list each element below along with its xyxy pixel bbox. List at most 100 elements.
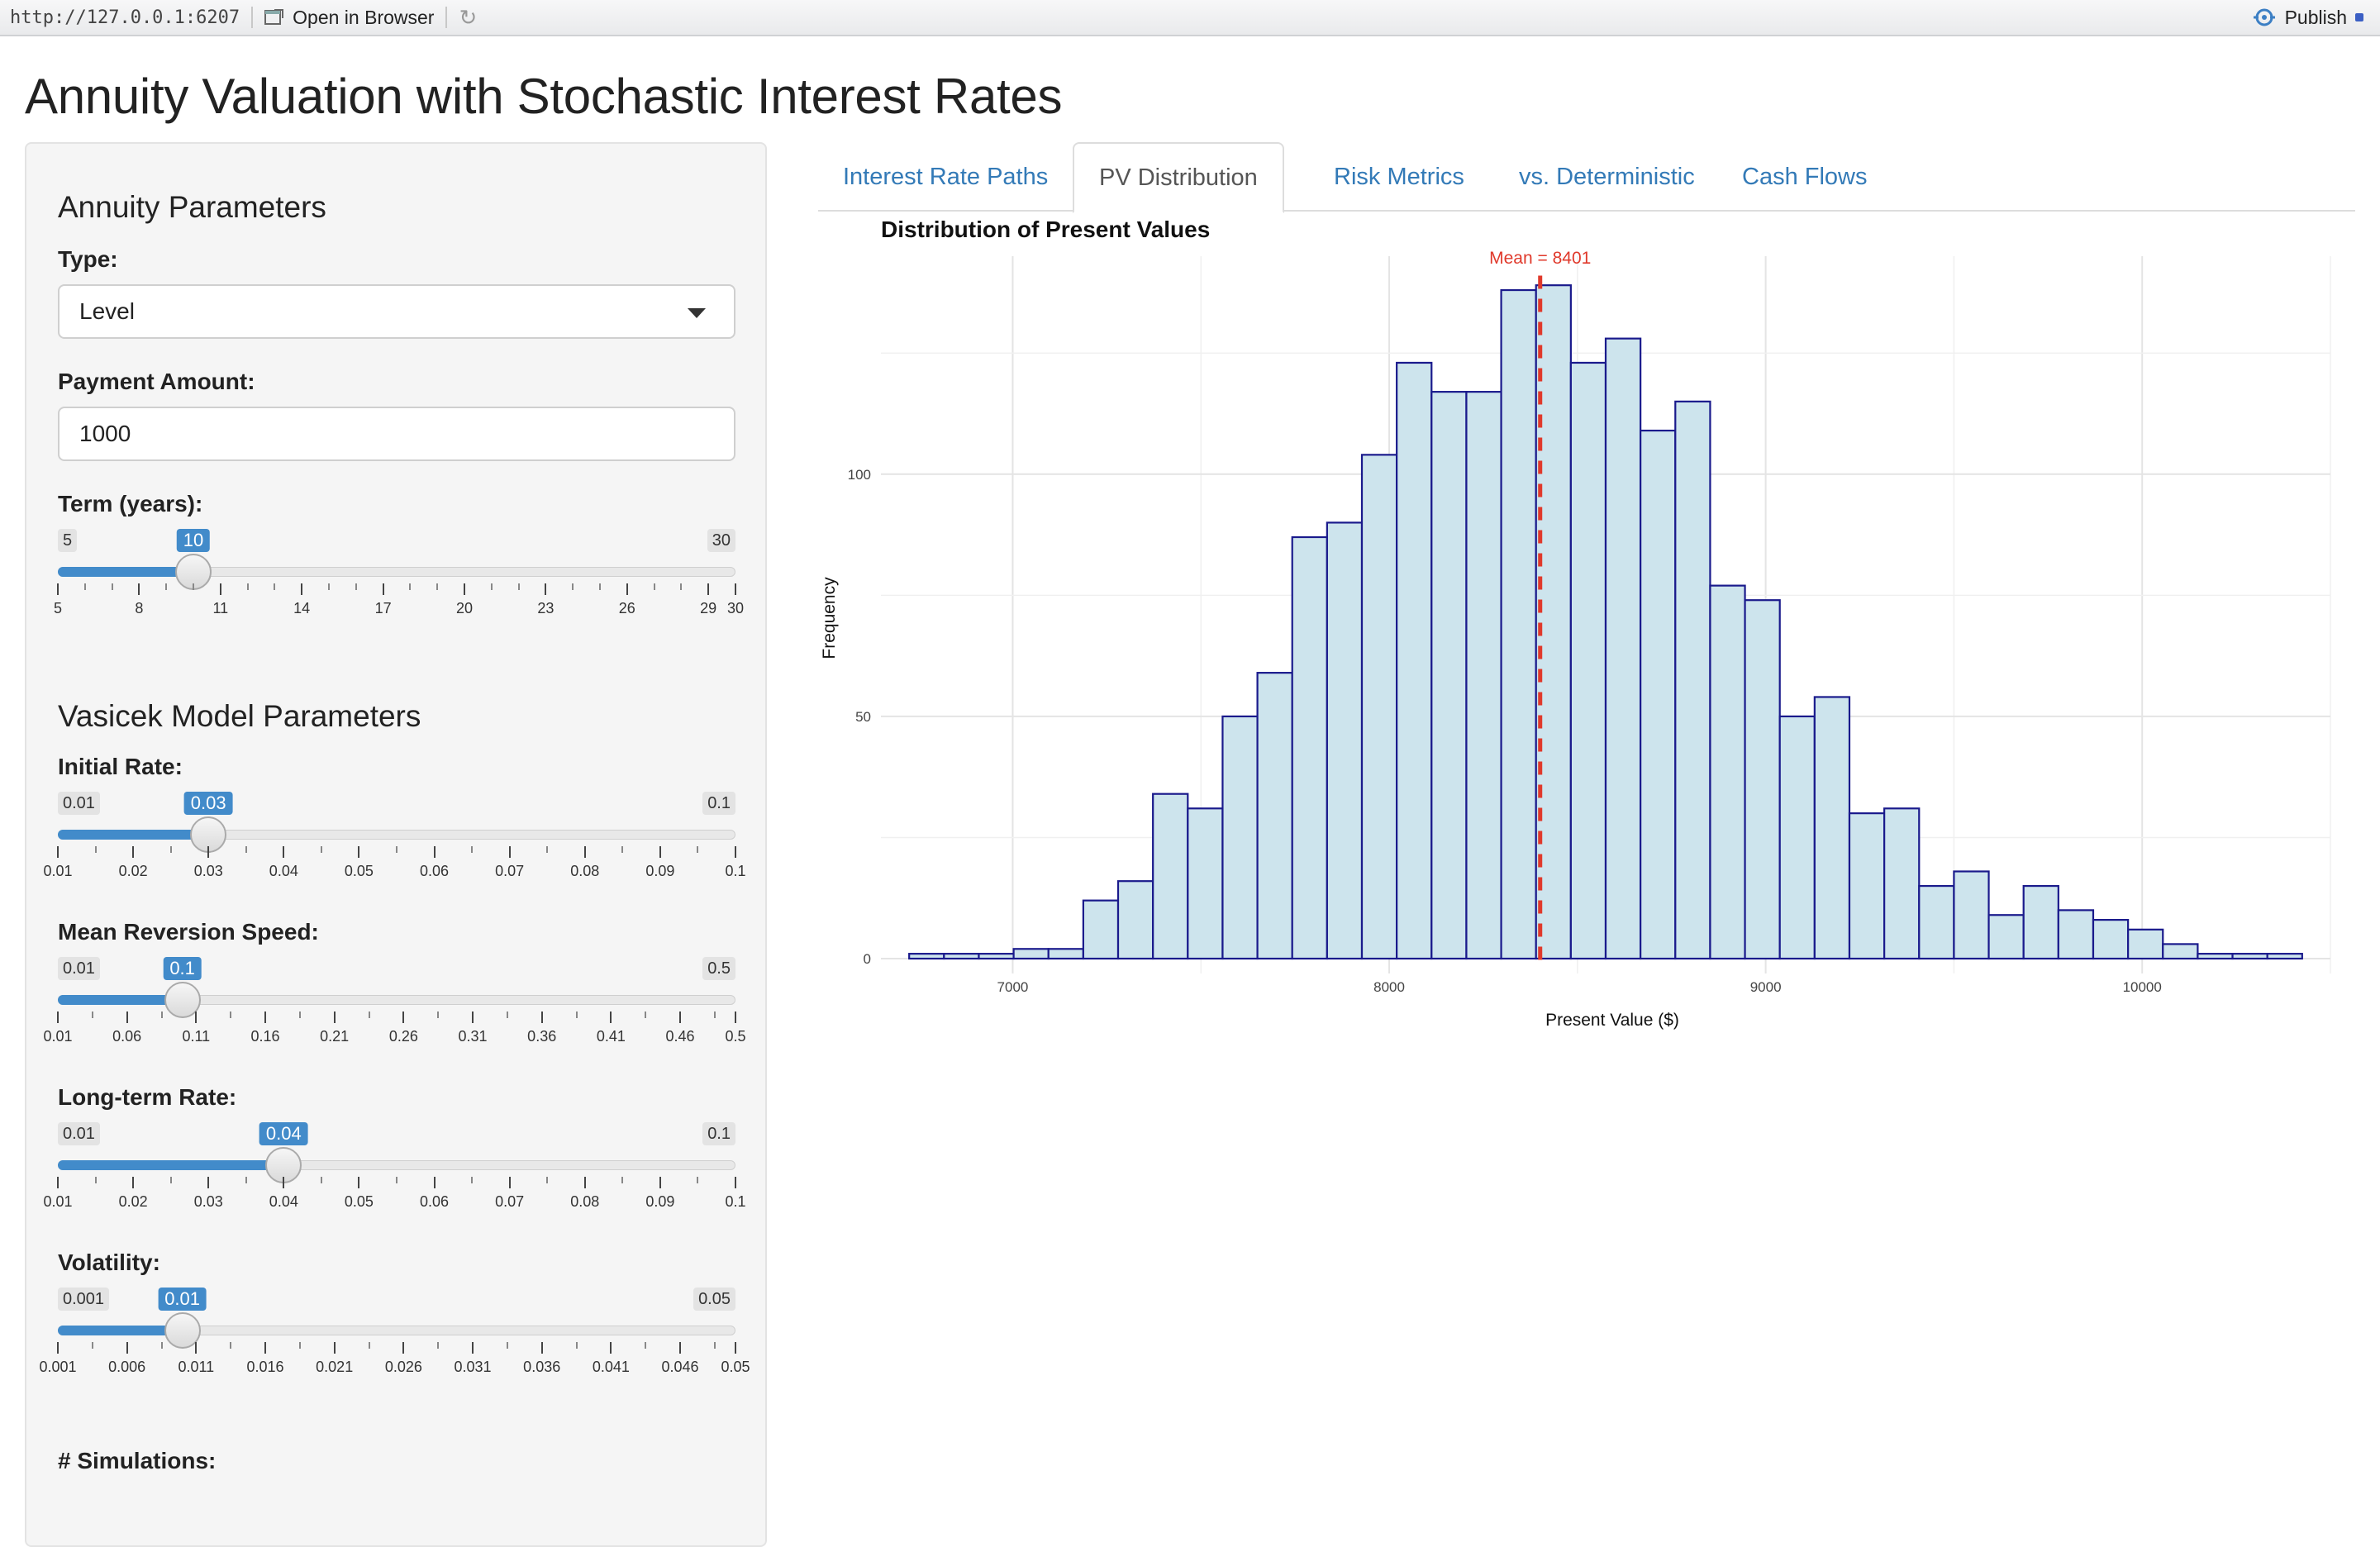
slider-minor-tick — [246, 583, 249, 590]
histogram-bar — [1465, 391, 1502, 960]
histogram-bar — [1152, 793, 1189, 960]
slider-minor-tick — [230, 1011, 232, 1018]
slider-tick-label: 0.5 — [725, 1028, 746, 1045]
slider-major-tick — [433, 1177, 436, 1188]
slider-major-tick — [57, 1342, 59, 1354]
slider-max-label: 30 — [707, 529, 735, 552]
slider-major-tick — [402, 1342, 405, 1354]
initial-rate-label: Initial Rate: — [58, 754, 183, 779]
initial-rate-slider[interactable]: 0.01 0.1 0.03 0.01 0.02 0.03 0.04 0.05 0.06 0.07 0… — [43, 792, 746, 883]
payment-amount-label: Payment Amount: — [58, 369, 255, 394]
volatility-slider[interactable]: 0.001 0.05 0.01 0.001 0.006 0.011 0.016 0.021 0.… — [39, 1288, 750, 1378]
slider-minor-tick — [245, 1177, 247, 1183]
slider-major-tick — [610, 1011, 612, 1023]
slider-minor-tick — [355, 583, 357, 590]
y-tick-label: 100 — [848, 467, 871, 483]
slider-tick-label: 30 — [726, 600, 745, 616]
publish-button[interactable]: Publish — [2252, 0, 2363, 35]
slider-tick-label: 0.031 — [454, 1359, 492, 1375]
slider-minor-tick — [160, 1342, 163, 1349]
slider-minor-tick — [621, 1177, 624, 1183]
payment-amount-input[interactable] — [58, 407, 735, 461]
histogram-bar — [1987, 914, 2025, 960]
slider-major-tick — [358, 1177, 360, 1188]
tab-label: Cash Flows — [1742, 163, 1868, 190]
histogram-bar — [2022, 884, 2059, 960]
slider-fill — [58, 1160, 284, 1170]
viewer-toolbar: http://127.0.0.1:6207 Open in Browser ↻ … — [0, 0, 2380, 36]
slider-minor-tick — [298, 1011, 301, 1018]
slider-value-label: 0.03 — [183, 792, 233, 815]
slider-minor-tick — [517, 583, 520, 590]
slider-minor-tick — [165, 583, 168, 590]
slider-major-tick — [508, 1177, 511, 1188]
histogram-bar — [1326, 521, 1364, 960]
slider-minor-tick — [506, 1342, 508, 1349]
slider-major-tick — [659, 846, 661, 858]
slider-major-tick — [207, 846, 210, 858]
slider-minor-tick — [274, 583, 276, 590]
slider-minor-tick — [471, 846, 474, 853]
type-select[interactable]: Level — [58, 284, 735, 339]
slider-minor-tick — [396, 846, 397, 853]
tab-interest-rate-paths[interactable]: Interest Rate Paths — [818, 142, 1073, 212]
slider-minor-tick — [320, 846, 322, 853]
tab-label: Risk Metrics — [1334, 163, 1464, 190]
slider-minor-tick — [506, 1011, 508, 1018]
slider-major-tick — [301, 583, 303, 595]
histogram-bar — [943, 953, 980, 960]
slider-major-tick — [735, 1342, 736, 1354]
slider-minor-tick — [91, 1011, 93, 1018]
slider-tick-label: 20 — [455, 600, 474, 616]
tab-risk-metrics[interactable]: Risk Metrics — [1309, 142, 1489, 212]
slider-major-tick — [283, 1177, 285, 1188]
long-term-rate-label: Long-term Rate: — [58, 1084, 237, 1110]
slider-major-tick — [402, 1011, 405, 1023]
tab-pv-distribution[interactable]: PV Distribution — [1073, 142, 1284, 213]
slider-tick-label: 0.01 — [43, 863, 73, 879]
viewer-url: http://127.0.0.1:6207 — [10, 7, 240, 28]
slider-minor-tick — [111, 583, 113, 590]
slider-min-label: 0.01 — [58, 957, 100, 980]
term-slider[interactable]: 5 30 10 5 8 11 14 17 20 23 26 29 30 — [54, 529, 744, 620]
tab-cash-flows[interactable]: Cash Flows — [1717, 142, 1892, 212]
open-in-browser-label: Open in Browser — [293, 6, 435, 28]
long-term-rate-slider[interactable]: 0.01 0.1 0.04 0.01 0.02 0.03 0.04 0.05 0.06 0.07 0… — [43, 1122, 746, 1213]
toolbar-divider — [445, 7, 448, 28]
mean-reversion-slider[interactable]: 0.01 0.5 0.1 0.01 0.06 0.11 0.16 0.21 0.26 0.31 0.… — [43, 957, 746, 1048]
slider-tick-label: 0.046 — [661, 1359, 699, 1375]
slider-tick-label: 0.03 — [193, 1193, 223, 1210]
slider-minor-tick — [409, 583, 412, 590]
slider-tick-label: 11 — [212, 600, 229, 616]
publish-menu-icon[interactable] — [2355, 13, 2363, 21]
histogram-bar — [1744, 599, 1781, 960]
open-in-browser-button[interactable]: Open in Browser — [264, 7, 434, 29]
slider-min-label: 0.01 — [58, 1122, 100, 1145]
histogram-bar — [2127, 928, 2164, 960]
slider-major-tick — [57, 846, 59, 858]
slider-ticks: 0.01 0.06 0.11 0.16 0.21 0.26 0.31 0.36 0.41 0.46… — [43, 1011, 746, 1045]
slider-minor-tick — [546, 846, 549, 853]
tab-vs-deterministic[interactable]: vs. Deterministic — [1494, 142, 1720, 212]
histogram-bar — [1640, 429, 1677, 960]
slider-minor-tick — [396, 1177, 397, 1183]
slider-tick-label: 0.26 — [388, 1028, 418, 1045]
page-title: Annuity Valuation with Stochastic Intere… — [25, 69, 1063, 124]
slider-tick-label: 0.026 — [384, 1359, 422, 1375]
slider-tick-label: 5 — [53, 600, 63, 616]
type-label: Type: — [58, 246, 118, 272]
histogram-bar — [1082, 899, 1120, 960]
slider-minor-tick — [83, 583, 86, 590]
slider-major-tick — [138, 583, 140, 595]
slider-fill — [58, 567, 193, 577]
slider-minor-tick — [436, 583, 439, 590]
slider-minor-tick — [230, 1342, 232, 1349]
slider-minor-tick — [169, 846, 172, 853]
slider-major-tick — [583, 1177, 586, 1188]
refresh-icon[interactable]: ↻ — [459, 7, 480, 28]
slider-minor-tick — [680, 583, 683, 590]
slider-tick-label: 0.041 — [592, 1359, 630, 1375]
slider-ticks: 0.01 0.02 0.03 0.04 0.05 0.06 0.07 0.08 0.09 0.1 — [43, 846, 746, 879]
slider-minor-tick — [490, 583, 493, 590]
slider-major-tick — [583, 846, 586, 858]
